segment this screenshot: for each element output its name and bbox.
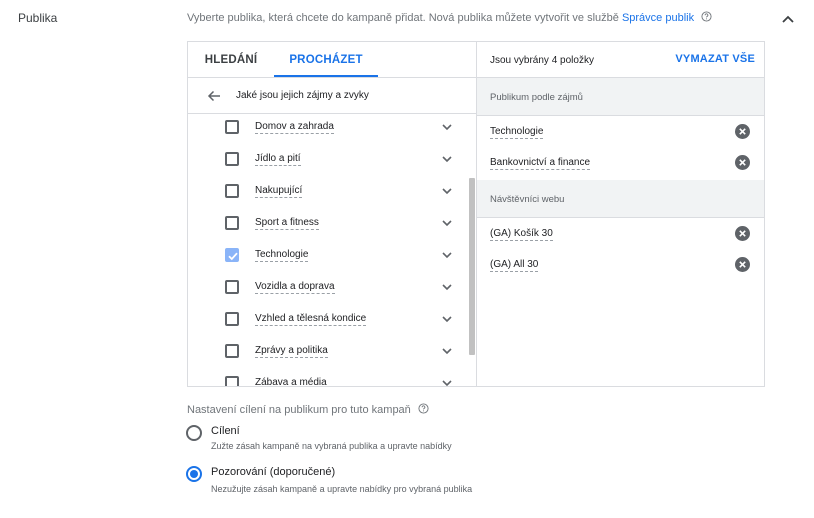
selected-item-label: Technologie [490, 126, 544, 139]
audience-manager-link[interactable]: Správce publik [622, 12, 694, 24]
chevron-down-icon[interactable] [440, 344, 454, 358]
list-item[interactable]: Nakupující [188, 183, 470, 215]
arrow-left-icon[interactable] [206, 88, 222, 104]
category-checkbox[interactable] [225, 216, 239, 230]
chevron-down-icon[interactable] [440, 216, 454, 230]
selected-count: Jsou vybrány 4 položky [490, 55, 594, 66]
list-item[interactable]: Sport a fitness [188, 215, 470, 247]
selected-item-label: Bankovnictví a finance [490, 157, 591, 170]
category-label: Zábava a média [255, 377, 327, 386]
remove-circle-icon[interactable] [735, 257, 750, 272]
list-item[interactable]: Technologie [188, 247, 470, 279]
list-item[interactable]: Jídlo a pití [188, 151, 470, 183]
category-checkbox[interactable] [225, 280, 239, 294]
category-checkbox[interactable] [225, 120, 239, 134]
targeting-radio[interactable] [186, 425, 202, 441]
selection-header: Jsou vybrány 4 položky VYMAZAT VŠE [477, 42, 764, 78]
category-label: Vzhled a tělesná kondice [255, 313, 367, 326]
category-label: Domov a zahrada [255, 121, 334, 134]
chevron-down-icon[interactable] [440, 184, 454, 198]
selected-item-label: (GA) All 30 [490, 259, 539, 272]
observation-option-subtitle: Nezužujte zásah kampaně a upravte nabídk… [211, 484, 473, 494]
browse-pane: HLEDÁNÍ PROCHÁZET Jaké jsou jejich zájmy… [188, 42, 477, 386]
selected-item-label: (GA) Košík 30 [490, 228, 553, 241]
selection-group-header: Návštěvníci webu [477, 180, 764, 218]
list-item[interactable]: Domov a zahrada [188, 119, 470, 151]
selection-group-header: Publikum podle zájmů [477, 78, 764, 116]
tab-browse[interactable]: PROCHÁZET [274, 42, 378, 77]
chevron-down-icon[interactable] [440, 376, 454, 386]
selection-pane: Jsou vybrány 4 položky VYMAZAT VŠE Publi… [477, 42, 764, 386]
list-item[interactable]: Zprávy a politika [188, 343, 470, 375]
category-label: Technologie [255, 249, 309, 262]
category-checkbox[interactable] [225, 344, 239, 358]
category-checkbox[interactable] [225, 376, 239, 386]
group-label: Publikum podle zájmů [490, 92, 583, 103]
help-circle-icon[interactable] [701, 11, 712, 22]
remove-circle-icon[interactable] [735, 226, 750, 241]
targeting-title-text: Nastavení cílení na publikum pro tuto ka… [187, 404, 411, 416]
chevron-down-icon[interactable] [440, 120, 454, 134]
selected-item: (GA) All 30 [477, 250, 764, 280]
observation-option-title: Pozorování (doporučené) [211, 466, 336, 478]
remove-circle-icon[interactable] [735, 155, 750, 170]
tab-search[interactable]: HLEDÁNÍ [194, 42, 268, 77]
back-label: Jaké jsou jejich zájmy a zvyky [236, 90, 369, 101]
back-row[interactable]: Jaké jsou jejich zájmy a zvyky [188, 78, 476, 114]
category-label: Vozidla a doprava [255, 281, 335, 294]
chevron-down-icon[interactable] [440, 248, 454, 262]
description-text: Vyberte publika, která chcete do kampaně… [187, 12, 622, 24]
targeting-title: Nastavení cílení na publikum pro tuto ka… [187, 403, 429, 416]
observation-radio[interactable] [186, 466, 202, 482]
section-label: Publika [18, 11, 58, 25]
selected-item: Technologie [477, 117, 764, 147]
selected-item: (GA) Košík 30 [477, 219, 764, 249]
category-checkbox[interactable] [225, 248, 239, 262]
category-checkbox[interactable] [225, 152, 239, 166]
checkmark-icon [228, 252, 238, 261]
category-label: Sport a fitness [255, 217, 319, 230]
audience-panel: HLEDÁNÍ PROCHÁZET Jaké jsou jejich zájmy… [187, 41, 765, 387]
category-label: Jídlo a pití [255, 153, 301, 166]
category-checkbox[interactable] [225, 312, 239, 326]
chevron-down-icon[interactable] [440, 152, 454, 166]
remove-circle-icon[interactable] [735, 124, 750, 139]
section-description: Vyberte publika, která chcete do kampaně… [187, 11, 712, 24]
selected-item: Bankovnictví a finance [477, 148, 764, 178]
category-checkbox[interactable] [225, 184, 239, 198]
group-label: Návštěvníci webu [490, 194, 565, 205]
list-item[interactable]: Vozidla a doprava [188, 279, 470, 311]
list-item[interactable]: Vzhled a tělesná kondice [188, 311, 470, 343]
chevron-up-icon[interactable] [779, 11, 797, 29]
targeting-option-title: Cílení [211, 425, 240, 437]
chevron-down-icon[interactable] [440, 280, 454, 294]
chevron-down-icon[interactable] [440, 312, 454, 326]
targeting-option-subtitle: Zužte zásah kampaně na vybraná publika a… [211, 441, 452, 451]
tab-bar: HLEDÁNÍ PROCHÁZET [188, 42, 476, 78]
category-label: Nakupující [255, 185, 303, 198]
clear-all-button[interactable]: VYMAZAT VŠE [675, 53, 755, 65]
category-label: Zprávy a politika [255, 345, 328, 358]
help-circle-icon[interactable] [418, 403, 429, 414]
category-list: Domov a zahrada Jídlo a pití Nakupující Spo… [188, 115, 476, 386]
scrollbar[interactable] [469, 178, 475, 355]
list-item[interactable]: Zábava a média [188, 375, 470, 386]
